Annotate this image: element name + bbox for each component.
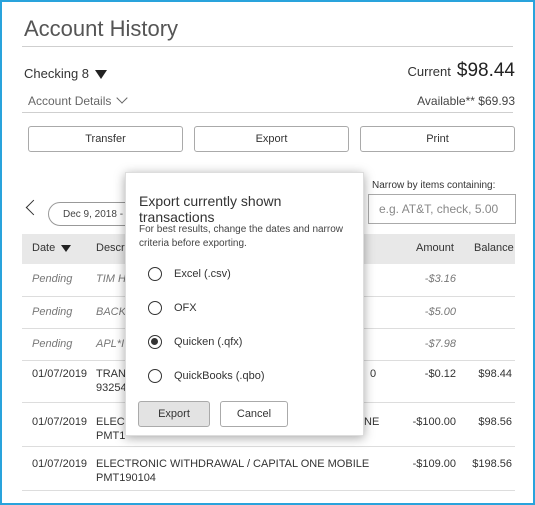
- dialog-export-button[interactable]: Export: [138, 401, 210, 427]
- row-description: BACK: [96, 306, 126, 318]
- row-amount: -$0.12: [424, 368, 456, 380]
- balance-column-header: Balance: [474, 242, 514, 254]
- page-title: Account History: [24, 16, 179, 41]
- current-balance-label: Current: [407, 64, 451, 79]
- format-option-label: Quicken (.qfx): [174, 336, 243, 348]
- row-date: 01/07/2019: [32, 368, 88, 380]
- row-amount: -$109.00: [412, 458, 456, 470]
- date-header-label: Date: [32, 242, 56, 254]
- account-details-label: Account Details: [28, 94, 112, 108]
- row-description-tail: 0: [370, 368, 377, 380]
- row-description-line2: PMT190104: [96, 472, 156, 484]
- chevron-down-icon: [116, 92, 129, 104]
- amount-column-header: Amount: [416, 242, 454, 254]
- row-description-line2: 93254: [96, 382, 127, 394]
- narrow-search-input[interactable]: e.g. AT&T, check, 5.00: [368, 194, 516, 224]
- transfer-button[interactable]: Transfer: [28, 126, 183, 152]
- narrow-label: Narrow by items containing:: [372, 180, 496, 191]
- account-history-panel: Account History Checking 8 Current $98.44…: [0, 0, 535, 505]
- row-date: 01/07/2019: [32, 416, 88, 428]
- row-description: ELECTRONIC WITHDRAWAL / CAPITAL ONE MOBI…: [96, 458, 370, 470]
- row-amount: -$3.16: [424, 273, 456, 285]
- radio-button[interactable]: [148, 267, 162, 281]
- row-amount: -$7.98: [424, 338, 456, 350]
- export-dialog-description: For best results, change the dates and n…: [139, 224, 344, 249]
- account-details-toggle[interactable]: Account Details: [28, 92, 129, 108]
- details-divider: [22, 112, 513, 113]
- format-option-quicken[interactable]: Quicken (.qfx): [148, 333, 338, 351]
- caret-down-icon: [95, 70, 108, 80]
- row-balance: $98.56: [478, 416, 512, 428]
- format-option-label: OFX: [174, 302, 197, 314]
- radio-button[interactable]: [148, 369, 162, 383]
- available-balance: Available** $69.93: [417, 94, 515, 108]
- format-option-excel[interactable]: Excel (.csv): [148, 265, 338, 283]
- row-description: ELEC: [96, 416, 125, 428]
- export-dialog: Export currently shown transactions For …: [125, 172, 364, 436]
- current-balance-amount: $98.44: [456, 60, 515, 81]
- current-balance: Current $98.44: [408, 60, 515, 82]
- row-date: Pending: [32, 273, 73, 285]
- row-amount: -$5.00: [424, 306, 456, 318]
- export-dialog-title: Export currently shown transactions: [139, 193, 282, 225]
- radio-button-selected[interactable]: [148, 335, 162, 349]
- format-option-ofx[interactable]: OFX: [148, 299, 338, 317]
- format-option-quickbooks[interactable]: QuickBooks (.qbo): [148, 367, 338, 385]
- row-date: Pending: [32, 338, 73, 350]
- row-date: Pending: [32, 306, 73, 318]
- account-selector-label: Checking 8: [24, 66, 90, 81]
- row-amount: -$100.00: [412, 416, 456, 428]
- title-divider: [22, 46, 513, 47]
- date-column-header[interactable]: Date: [32, 242, 72, 254]
- sort-caret-icon: [61, 244, 72, 252]
- description-column-header: Descri: [96, 242, 128, 254]
- row-balance: $98.44: [478, 368, 512, 380]
- available-balance-amount: $69.93: [478, 94, 515, 108]
- row-date: 01/07/2019: [32, 458, 88, 470]
- available-balance-label: Available**: [417, 94, 475, 108]
- format-option-label: QuickBooks (.qbo): [174, 370, 265, 382]
- radio-button[interactable]: [148, 301, 162, 315]
- row-balance: $198.56: [472, 458, 512, 470]
- format-option-label: Excel (.csv): [174, 268, 231, 280]
- row-description: APL*I: [96, 338, 125, 350]
- row-description: TRAN: [96, 368, 126, 380]
- account-selector[interactable]: Checking 8: [24, 66, 108, 81]
- row-description-line2: PMT1: [96, 430, 126, 442]
- print-button[interactable]: Print: [360, 126, 515, 152]
- dialog-cancel-button[interactable]: Cancel: [220, 401, 288, 427]
- row-description-tail: NE: [364, 416, 380, 428]
- previous-arrow-icon[interactable]: [25, 199, 42, 216]
- export-button[interactable]: Export: [194, 126, 349, 152]
- row-description: TIM H: [96, 273, 126, 285]
